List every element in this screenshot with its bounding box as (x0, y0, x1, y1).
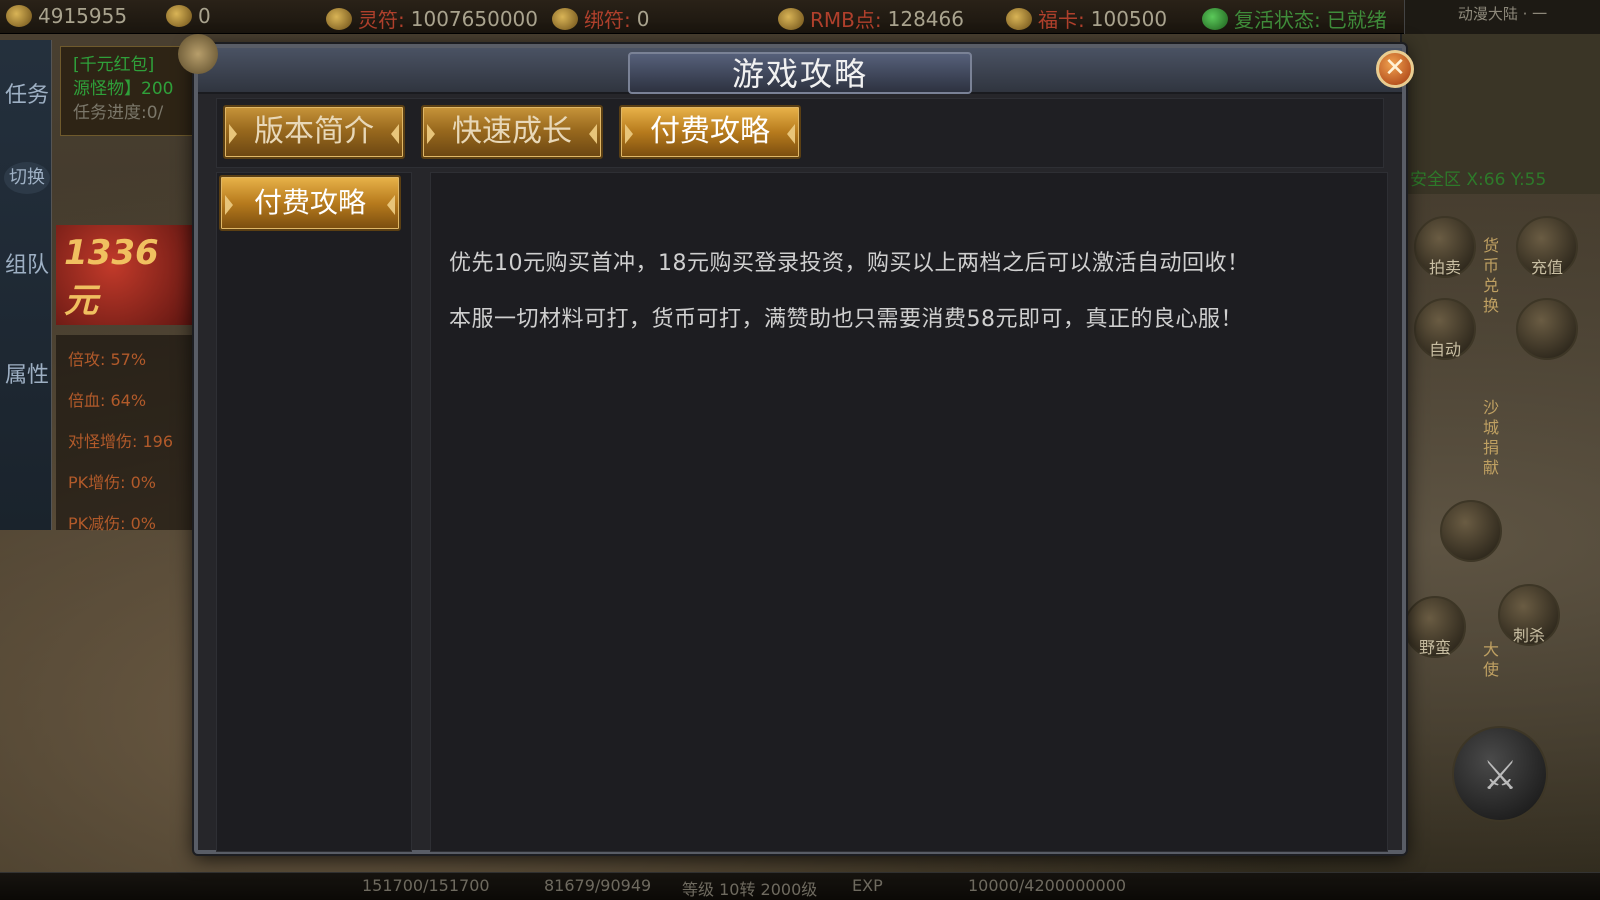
guide-content: 优先10元购买首冲，18元购买登录投资，购买以上两档之后可以激活自动回收！ 本服… (430, 172, 1388, 852)
savage-skill-button[interactable]: 野蛮 (1404, 596, 1466, 658)
ingot-icon (166, 5, 192, 27)
arrow-left-icon (229, 124, 237, 144)
guide-side-list: 付费攻略 (216, 172, 412, 852)
level-readout: 等级 10转 2000级 (682, 880, 818, 899)
arrow-right-icon (787, 124, 795, 144)
tab-switch[interactable]: 切换 (4, 162, 50, 194)
auction-button[interactable]: 拍卖 (1414, 216, 1476, 278)
revive-icon (1202, 7, 1228, 30)
hp-readout: 151700/151700 (362, 876, 490, 895)
currency-exchange-tag[interactable]: 货币兑换 (1478, 236, 1504, 316)
arrow-left-icon (625, 124, 633, 144)
ingot-counter: 0 (166, 4, 211, 28)
side-item-payment-guide[interactable]: 付费攻略 (219, 175, 401, 231)
stat-pk-damage: PK增伤: 0% (68, 473, 157, 492)
revive-status: 复活状态: 已就绪 (1202, 4, 1387, 33)
tab-attributes[interactable]: 属性 (4, 360, 50, 430)
close-button[interactable]: ✕ (1376, 50, 1414, 88)
bottom-status-bar: 151700/151700 81679/90949 等级 10转 2000级 E… (0, 872, 1600, 900)
lingfu-icon (326, 7, 352, 30)
sand-donate-tag[interactable]: 沙城捐献 (1478, 398, 1504, 478)
content-line-2: 本服一切材料可打，货币可打，满赞助也只需要消费58元即可，真正的良心服！ (449, 307, 1243, 332)
game-guide-modal: 游戏攻略 ✕ 版本简介 快速成长 付费攻略 付费攻略 优先10元购买首冲，18元… (178, 34, 1414, 854)
skill-button-1[interactable] (1440, 500, 1502, 562)
auto-button[interactable]: 自动 (1414, 298, 1476, 360)
skill-slot-button[interactable] (1516, 298, 1578, 360)
minimap-coords: 安全区 X:66 Y:55 (1410, 170, 1547, 190)
fuka-counter: 福卡: 100500 (1006, 4, 1167, 33)
stat-attack-multiplier: 倍攻: 57% (68, 350, 147, 369)
fuka-icon (1006, 7, 1032, 30)
stat-pk-reduction: PK减伤: 0% (68, 514, 157, 533)
rmb-icon (778, 7, 804, 30)
bangfu-icon (552, 7, 578, 30)
guide-tab-bar: 版本简介 快速成长 付费攻略 (216, 98, 1384, 168)
tab-task[interactable]: 任务 (4, 80, 50, 150)
arrow-right-icon (387, 195, 395, 215)
arrow-right-icon (589, 124, 597, 144)
arrow-left-icon (225, 195, 233, 215)
content-line-1: 优先10元购买首冲，18元购买登录投资，购买以上两档之后可以激活自动回收！ (449, 251, 1250, 276)
envoy-tag[interactable]: 大使 (1478, 640, 1504, 680)
arrow-left-icon (427, 124, 435, 144)
attack-sword-button[interactable]: ⚔ (1452, 726, 1548, 822)
mp-readout: 81679/90949 (544, 876, 652, 895)
stat-monster-damage: 对怪增伤: 196 (68, 432, 174, 451)
exp-label: EXP (852, 876, 883, 895)
corner-ornament-icon (178, 34, 218, 74)
tab-team[interactable]: 组队 (4, 250, 50, 320)
gold-icon (6, 5, 32, 27)
gold-counter: 4915955 (6, 4, 127, 28)
rmb-counter: RMB点: 128466 (778, 4, 964, 33)
modal-header: 游戏攻略 (198, 48, 1402, 94)
recharge-button[interactable]: 充值 (1516, 216, 1578, 278)
title-plate: 游戏攻略 (628, 52, 972, 94)
exp-readout: 10000/4200000000 (968, 876, 1127, 895)
modal-title: 游戏攻略 (731, 55, 868, 93)
game-scene: 4915955 0 灵符: 1007650000 绑符: 0 RMB点: 128… (0, 0, 1600, 900)
tab-payment-guide[interactable]: 付费攻略 (619, 105, 801, 159)
tab-fast-growth[interactable]: 快速成长 (421, 105, 603, 159)
left-side-panel: 任务 切换 组队 属性 (0, 40, 52, 530)
stat-hp-multiplier: 倍血: 64% (68, 391, 147, 410)
top-resource-bar: 4915955 0 灵符: 1007650000 绑符: 0 RMB点: 128… (0, 0, 1600, 34)
lingfu-counter: 灵符: 1007650000 (326, 4, 538, 33)
bangfu-counter: 绑符: 0 (552, 4, 649, 33)
tab-version-intro[interactable]: 版本简介 (223, 105, 405, 159)
arrow-right-icon (391, 124, 399, 144)
map-name: 动漫大陆 · 一 (1404, 0, 1600, 34)
assassinate-skill-button[interactable]: 刺杀 (1498, 584, 1560, 646)
attribute-stats: 倍攻: 57% 倍血: 64% 对怪增伤: 196 PK增伤: 0% PK减伤:… (56, 335, 196, 533)
promo-banner[interactable]: 1336元 (56, 225, 196, 325)
